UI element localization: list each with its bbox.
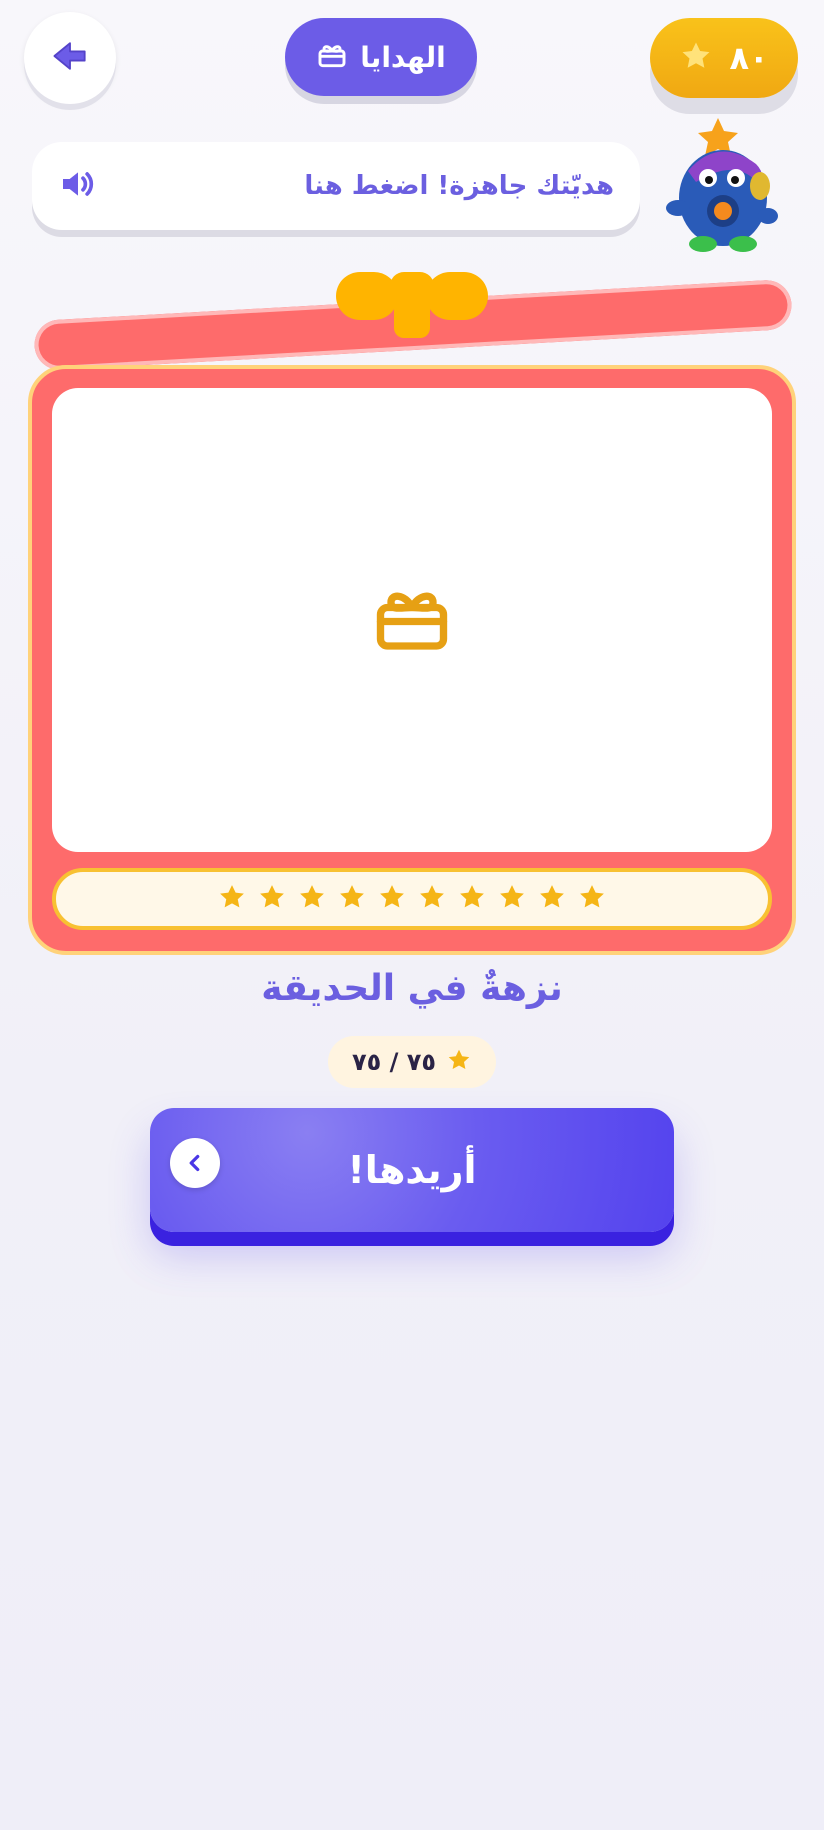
speaker-icon[interactable] bbox=[58, 164, 98, 208]
gift-window[interactable] bbox=[52, 388, 772, 852]
arrow-left-icon bbox=[48, 34, 92, 82]
star-icon bbox=[257, 882, 287, 916]
stars-count: ٨٠ bbox=[729, 39, 769, 77]
star-icon bbox=[217, 882, 247, 916]
star-icon bbox=[577, 882, 607, 916]
star-icon bbox=[457, 882, 487, 916]
gift-price-text: ٧٥ / ٧٥ bbox=[351, 1048, 437, 1076]
star-icon bbox=[377, 882, 407, 916]
want-it-button[interactable]: أريدها! bbox=[150, 1108, 674, 1232]
speech-bubble-message: هديّتك جاهزة! اضغط هنا bbox=[304, 171, 614, 201]
gift-price: ٧٥ / ٧٥ bbox=[328, 1036, 496, 1088]
monster-mascot bbox=[648, 116, 788, 256]
star-icon bbox=[417, 882, 447, 916]
star-icon bbox=[537, 882, 567, 916]
star-icon bbox=[679, 39, 713, 77]
gift-bow bbox=[332, 268, 492, 340]
star-icon bbox=[297, 882, 327, 916]
want-it-button-label: أريدها! bbox=[347, 1148, 477, 1192]
gift-icon bbox=[316, 39, 348, 75]
star-icon bbox=[446, 1047, 472, 1077]
speech-bubble[interactable]: هديّتك جاهزة! اضغط هنا bbox=[32, 142, 640, 230]
gifts-title-pill: الهدايا bbox=[285, 18, 477, 96]
back-button[interactable] bbox=[24, 12, 116, 104]
stars-balance-button[interactable]: ٨٠ bbox=[650, 18, 798, 98]
star-icon bbox=[337, 882, 367, 916]
gift-icon bbox=[370, 576, 454, 664]
star-icon bbox=[497, 882, 527, 916]
gift-name: نزهةٌ في الحديقة bbox=[261, 968, 563, 1009]
chevron-left-icon bbox=[170, 1138, 220, 1188]
page-title: الهدايا bbox=[360, 40, 446, 74]
gift-stars-strip bbox=[52, 868, 772, 930]
